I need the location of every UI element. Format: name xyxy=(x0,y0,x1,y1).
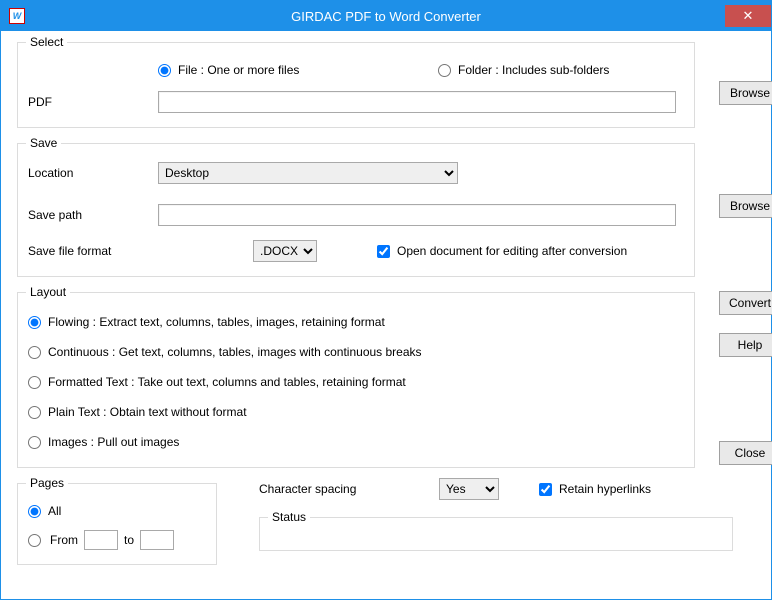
to-label: to xyxy=(124,533,134,547)
save-legend: Save xyxy=(26,136,61,150)
savepath-browse-button[interactable]: Browse xyxy=(719,194,772,218)
status-group: Status xyxy=(259,510,733,551)
radio-file-input[interactable] xyxy=(158,64,171,77)
radio-continuous[interactable]: Continuous : Get text, columns, tables, … xyxy=(28,345,684,359)
charspacing-select[interactable]: Yes xyxy=(439,478,499,500)
radio-folder-label: Folder : Includes sub-folders xyxy=(458,63,609,77)
radio-folder[interactable]: Folder : Includes sub-folders xyxy=(438,63,609,77)
radio-all-label: All xyxy=(48,504,61,518)
radio-all-pages[interactable]: All xyxy=(28,504,206,518)
window-close-button[interactable]: ✕ xyxy=(725,5,771,27)
radio-all-input[interactable] xyxy=(28,505,41,518)
titlebar: W GIRDAC PDF to Word Converter ✕ xyxy=(1,1,771,31)
content-area: Select File : One or more files Folder :… xyxy=(1,31,771,573)
to-page-input[interactable] xyxy=(140,530,174,550)
radio-file[interactable]: File : One or more files xyxy=(158,63,438,77)
select-legend: Select xyxy=(26,35,67,49)
status-legend: Status xyxy=(268,510,310,524)
radio-plain[interactable]: Plain Text : Obtain text without format xyxy=(28,405,684,419)
layout-group: Layout Flowing : Extract text, columns, … xyxy=(17,285,695,468)
pdf-label: PDF xyxy=(28,95,158,109)
retain-hyperlinks-input[interactable] xyxy=(539,483,552,496)
radio-formatted[interactable]: Formatted Text : Take out text, columns … xyxy=(28,375,684,389)
radio-images-label: Images : Pull out images xyxy=(48,435,179,449)
close-button[interactable]: Close xyxy=(719,441,772,465)
layout-legend: Layout xyxy=(26,285,70,299)
radio-plain-label: Plain Text : Obtain text without format xyxy=(48,405,247,419)
savepath-input[interactable] xyxy=(158,204,676,226)
open-after-checkbox[interactable]: Open document for editing after conversi… xyxy=(377,244,627,258)
radio-flowing-label: Flowing : Extract text, columns, tables,… xyxy=(48,315,385,329)
window-title: GIRDAC PDF to Word Converter xyxy=(291,9,481,24)
radio-continuous-label: Continuous : Get text, columns, tables, … xyxy=(48,345,422,359)
radio-formatted-input[interactable] xyxy=(28,376,41,389)
convert-button[interactable]: Convert xyxy=(719,291,772,315)
bottom-right: Character spacing Yes Retain hyperlinks … xyxy=(259,476,755,551)
radio-flowing-input[interactable] xyxy=(28,316,41,329)
radio-images[interactable]: Images : Pull out images xyxy=(28,435,684,449)
radio-plain-input[interactable] xyxy=(28,406,41,419)
open-after-label: Open document for editing after conversi… xyxy=(397,244,627,258)
bottom-row: Pages All From to Character spacing Yes xyxy=(17,476,755,565)
retain-hyperlinks-label: Retain hyperlinks xyxy=(559,482,651,496)
select-group: Select File : One or more files Folder :… xyxy=(17,35,695,128)
radio-folder-input[interactable] xyxy=(438,64,451,77)
radio-from-input[interactable] xyxy=(28,534,41,547)
pdf-browse-button[interactable]: Browse xyxy=(719,81,772,105)
radio-images-input[interactable] xyxy=(28,436,41,449)
retain-hyperlinks-checkbox[interactable]: Retain hyperlinks xyxy=(539,482,651,496)
radio-from-pages[interactable]: From to xyxy=(28,530,206,550)
radio-file-label: File : One or more files xyxy=(178,63,299,77)
pdf-input[interactable] xyxy=(158,91,676,113)
format-label: Save file format xyxy=(28,244,158,258)
from-page-input[interactable] xyxy=(84,530,118,550)
app-icon: W xyxy=(9,8,25,24)
location-select[interactable]: Desktop xyxy=(158,162,458,184)
open-after-input[interactable] xyxy=(377,245,390,258)
savepath-label: Save path xyxy=(28,208,158,222)
charspacing-label: Character spacing xyxy=(259,482,439,496)
radio-from-label: From xyxy=(50,533,78,547)
close-icon: ✕ xyxy=(743,8,754,24)
location-label: Location xyxy=(28,166,158,180)
pages-legend: Pages xyxy=(26,476,68,490)
help-button[interactable]: Help xyxy=(719,333,772,357)
radio-flowing[interactable]: Flowing : Extract text, columns, tables,… xyxy=(28,315,684,329)
radio-formatted-label: Formatted Text : Take out text, columns … xyxy=(48,375,406,389)
format-select[interactable]: .DOCX xyxy=(253,240,317,262)
pages-group: Pages All From to xyxy=(17,476,217,565)
radio-continuous-input[interactable] xyxy=(28,346,41,359)
save-group: Save Location Desktop Save path Save fil… xyxy=(17,136,695,277)
